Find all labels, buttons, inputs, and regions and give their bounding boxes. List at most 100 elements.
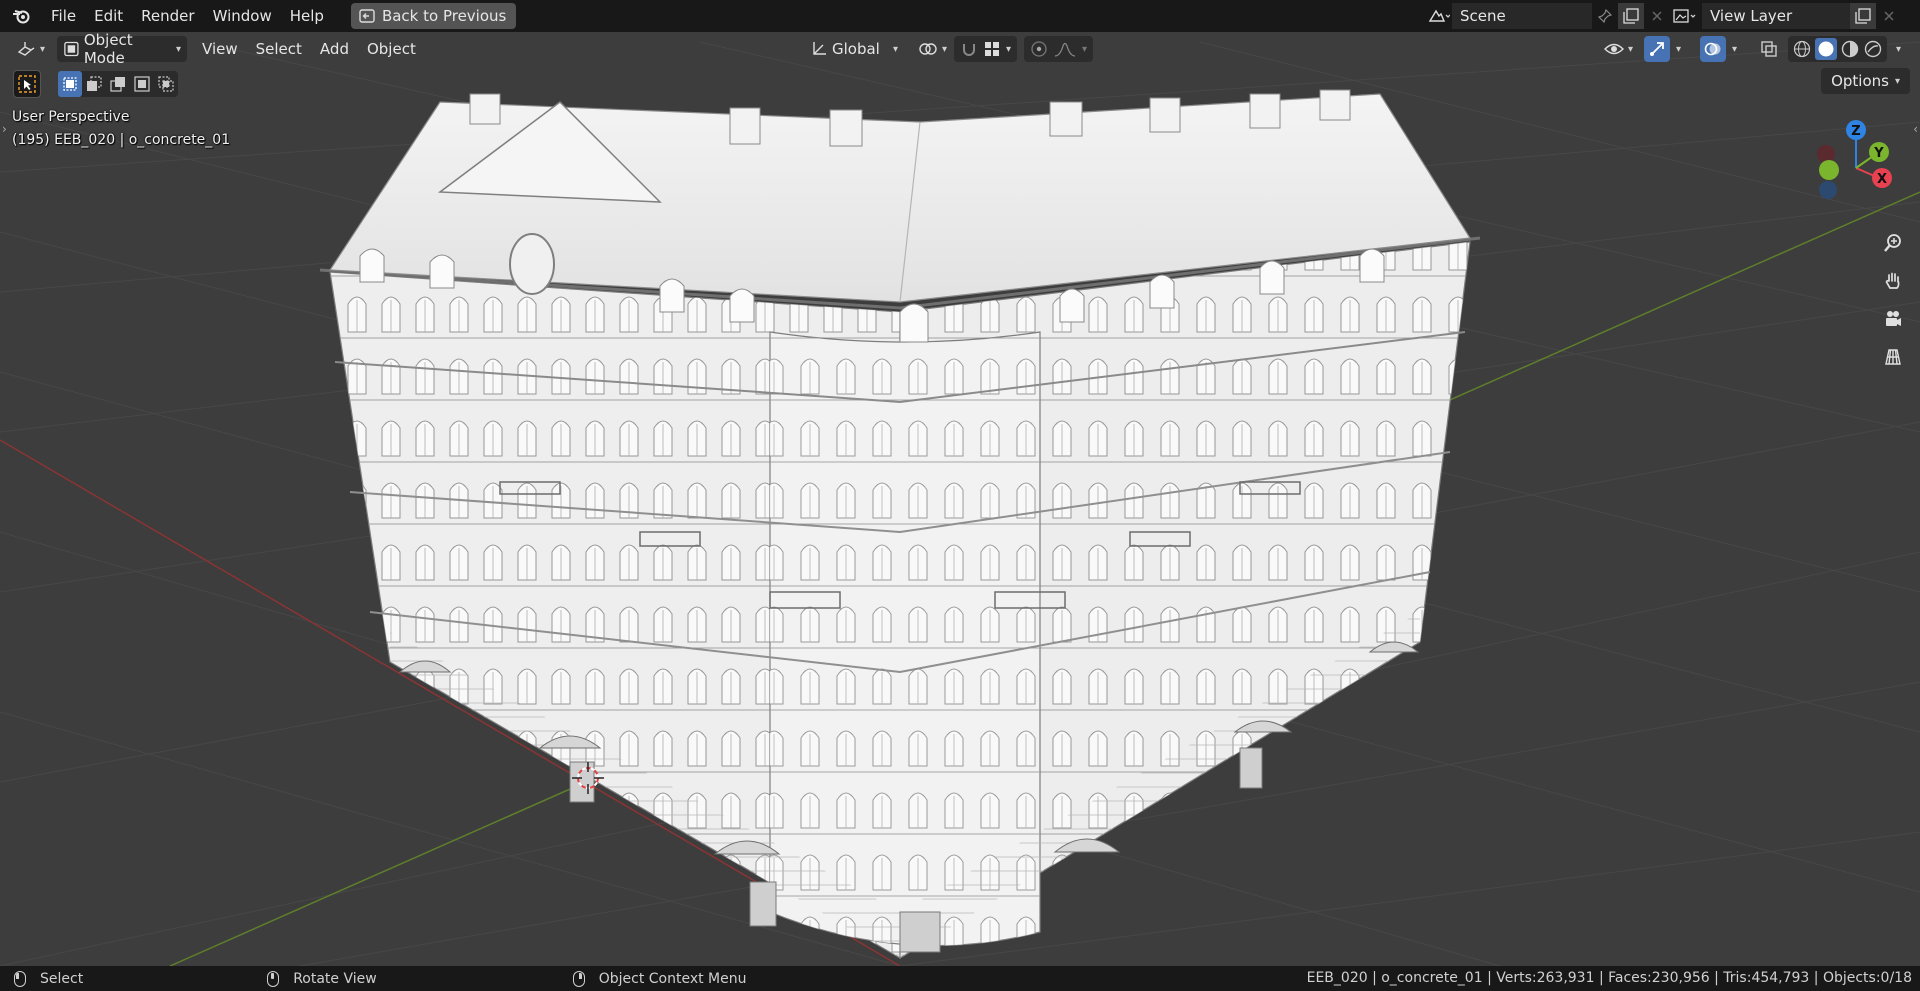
intersect-selection-icon (158, 76, 174, 92)
invert-selection-button[interactable] (130, 71, 154, 97)
menu-window[interactable]: Window (204, 0, 281, 32)
snap-icon[interactable] (960, 40, 978, 58)
menu-help[interactable]: Help (281, 0, 333, 32)
close-icon[interactable] (1876, 3, 1902, 29)
camera-view-button[interactable] (1878, 304, 1908, 334)
menu-render[interactable]: Render (132, 0, 203, 32)
visibility-dropdown[interactable]: ▾ (1598, 36, 1639, 62)
set-new-selection-button[interactable] (58, 71, 82, 97)
toolbar-expand-arrow[interactable]: › (2, 122, 7, 136)
shading-modes[interactable] (1788, 36, 1887, 62)
gizmo-toggle[interactable] (1644, 36, 1670, 62)
pin-icon[interactable] (1592, 3, 1618, 29)
orthographic-toggle-button[interactable] (1878, 342, 1908, 372)
transform-orientation-icon (813, 42, 826, 55)
status-hint-rotate: Rotate View (267, 970, 377, 987)
pan-button[interactable] (1878, 266, 1908, 296)
sidebar-expand-arrow[interactable]: ‹ (1913, 122, 1918, 136)
xray-icon (1761, 41, 1777, 57)
extend-selection-icon (87, 76, 102, 91)
view-layer-name-field[interactable]: View Layer (1702, 3, 1850, 29)
selection-mode-group (58, 71, 178, 97)
falloff-icon[interactable] (1054, 40, 1076, 58)
gizmo-z-label: Z (1851, 124, 1860, 139)
new-icon (1623, 8, 1639, 24)
gizmo-y-axis[interactable]: Y (1869, 142, 1889, 162)
right-mouse-icon (572, 970, 585, 987)
new-scene-button[interactable] (1618, 3, 1644, 29)
left-mouse-icon (14, 970, 26, 987)
editor-type-icon (17, 42, 35, 56)
top-menu-bar: File Edit Render Window Help Back to Pre… (0, 0, 1920, 32)
close-icon[interactable] (1644, 3, 1670, 29)
options-dropdown[interactable]: Options ▾ (1821, 68, 1910, 94)
extend-selection-button[interactable] (82, 71, 106, 97)
back-to-previous-button[interactable]: Back to Previous (350, 3, 517, 29)
menu-view[interactable]: View (193, 33, 247, 65)
view-layer-name: View Layer (1710, 7, 1793, 25)
menu-add[interactable]: Add (311, 33, 358, 65)
pivot-point-dropdown[interactable]: ▾ (912, 36, 953, 62)
xray-toggle[interactable] (1756, 36, 1782, 62)
scene-statistics: EEB_020 | o_concrete_01 | Verts:263,931 … (1306, 970, 1912, 986)
zoom-icon (1884, 234, 1901, 252)
gizmo-y-label: Y (1873, 146, 1884, 161)
snap-controls[interactable]: ▾ (954, 36, 1018, 62)
overlay-dropdown[interactable]: ▾ (1732, 44, 1737, 55)
view-layer-selector[interactable]: View Layer (1672, 3, 1902, 29)
object-mode-icon (64, 41, 79, 57)
editor-type-selector[interactable]: ▾ (10, 36, 51, 62)
building-model[interactable] (319, 89, 1481, 960)
intersect-selection-button[interactable] (154, 71, 178, 97)
scene-name: Scene (1460, 7, 1506, 25)
scene-name-field[interactable]: Scene (1452, 3, 1592, 29)
wireframe-shading-icon[interactable] (1792, 39, 1812, 59)
status-hint-context-menu-label: Object Context Menu (598, 970, 747, 987)
status-hint-rotate-label: Rotate View (293, 970, 377, 987)
snap-grid-icon[interactable] (984, 41, 1000, 57)
back-to-previous-label: Back to Previous (381, 7, 507, 25)
overlay-icon (1704, 42, 1721, 56)
set-selection-icon (63, 77, 77, 91)
select-box-tool[interactable] (13, 70, 41, 98)
overlay-toggle[interactable] (1700, 36, 1726, 62)
pan-hand-icon (1885, 272, 1900, 289)
gizmo-x-axis[interactable]: X (1872, 168, 1892, 188)
gizmo-icon (1650, 42, 1664, 56)
object-mode-dropdown[interactable]: Object Mode ▾ (57, 32, 188, 67)
gizmo-dropdown[interactable]: ▾ (1676, 44, 1681, 55)
rendered-shading-icon[interactable] (1863, 39, 1883, 59)
solid-shading-icon[interactable] (1817, 40, 1835, 58)
view-layer-icon[interactable] (1672, 3, 1698, 29)
scene-selector[interactable]: Scene (1426, 3, 1670, 29)
viewport-scene[interactable] (0, 32, 1920, 966)
subtract-selection-icon (110, 77, 125, 92)
material-shading-icon[interactable] (1840, 39, 1860, 59)
new-view-layer-button[interactable] (1850, 3, 1876, 29)
options-label: Options (1831, 72, 1889, 90)
zoom-button[interactable] (1878, 228, 1908, 258)
3d-viewport[interactable]: ▾ Object Mode ▾ View Select Add Object G… (0, 32, 1920, 966)
transform-orientation-dropdown[interactable]: Global ▾ (804, 36, 904, 62)
perspective-label: User Perspective (12, 109, 130, 125)
scene-icon[interactable] (1426, 3, 1452, 29)
menu-edit[interactable]: Edit (85, 0, 132, 32)
status-hint-select-label: Select (40, 970, 84, 987)
transform-orientation-label: Global (832, 40, 880, 58)
menu-object[interactable]: Object (358, 33, 425, 65)
viewport-header: ▾ Object Mode ▾ View Select Add Object G… (0, 32, 1920, 67)
menu-file[interactable]: File (42, 0, 85, 32)
proportional-icon[interactable] (1030, 40, 1048, 58)
camera-icon (1886, 311, 1901, 326)
status-hint-context-menu: Object Context Menu (572, 970, 747, 987)
blender-logo[interactable] (0, 0, 42, 32)
viewport-info-overlay: User Perspective (195) EEB_020 | o_concr… (12, 106, 230, 152)
menu-select[interactable]: Select (247, 33, 311, 65)
subtract-selection-button[interactable] (106, 71, 130, 97)
navigation-gizmo[interactable]: Z Y X (1804, 116, 1904, 216)
shading-dropdown[interactable]: ▾ (1896, 44, 1901, 55)
gizmo-z-axis[interactable]: Z (1846, 120, 1866, 140)
select-box-icon (18, 75, 36, 93)
invert-selection-icon (134, 76, 150, 92)
proportional-editing-controls[interactable]: ▾ (1024, 36, 1094, 62)
